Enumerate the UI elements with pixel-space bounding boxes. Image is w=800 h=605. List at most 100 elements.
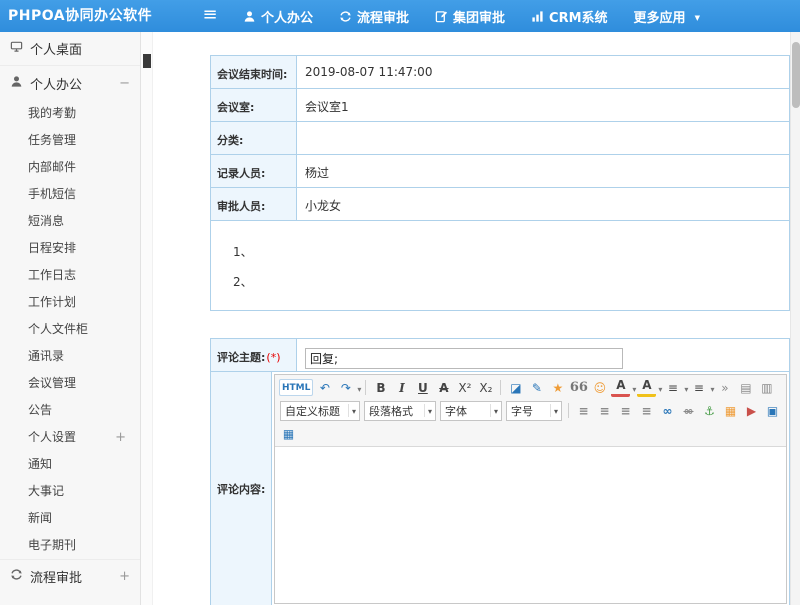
sidebar-item-work-log[interactable]: 工作日志 (0, 262, 140, 289)
sidebar-item-label: 公告 (28, 403, 52, 417)
sidebar-item-memorabilia[interactable]: 大事记 (0, 478, 140, 505)
sidebar-item-notification[interactable]: 通知 (0, 451, 140, 478)
select-value: 段落格式 (369, 403, 413, 419)
main-scrollbar-thumb[interactable] (792, 42, 800, 108)
eraser-icon[interactable]: ◪ (506, 378, 525, 397)
sidebar-item-label: 内部邮件 (28, 160, 76, 174)
align-center-button[interactable]: ≡ (595, 401, 614, 420)
sidebar-item-schedule[interactable]: 日程安排 (0, 235, 140, 262)
nav-more-apps[interactable]: 更多应用 (621, 0, 713, 32)
field-label: 分类: (211, 122, 297, 154)
form-row-category: 分类: (211, 122, 789, 155)
align-justify-button[interactable]: ≡ (637, 401, 656, 420)
italic-button[interactable]: I (392, 378, 411, 397)
sidebar-item-personal-office[interactable]: 个人办公 − (0, 66, 140, 100)
editor-toolbar-row-3: ▦ (278, 422, 783, 445)
nav-personal-office[interactable]: 个人办公 (230, 0, 326, 32)
sidebar-scrollbar-thumb[interactable] (143, 54, 151, 68)
field-value: 小龙女 (297, 188, 789, 220)
ordered-list-button[interactable]: ≡ (663, 378, 682, 397)
field-value (297, 339, 789, 371)
nav-crm-system[interactable]: CRM系统 (518, 0, 621, 32)
field-label: 记录人员: (211, 155, 297, 187)
editor-content-area[interactable] (275, 447, 786, 603)
comment-subject-input[interactable] (305, 348, 623, 369)
media-icon[interactable]: ▶ (742, 401, 761, 420)
insert-table-button[interactable]: ▦ (279, 424, 298, 443)
sidebar-scrollbar[interactable] (141, 32, 153, 605)
chevron-down-icon[interactable] (658, 381, 662, 395)
sidebar-item-personal-settings[interactable]: 个人设置 + (0, 424, 140, 451)
nav-label: 个人办公 (261, 7, 313, 26)
menu-toggle-icon[interactable] (196, 0, 224, 32)
background-color-button[interactable]: A (637, 378, 656, 397)
blockquote-button[interactable]: 66 (569, 378, 588, 397)
paste-plain-icon[interactable]: ▤ (736, 378, 755, 397)
collapse-icon[interactable]: − (119, 76, 130, 91)
indent-button[interactable]: » (715, 378, 734, 397)
emoticon-icon[interactable]: ☺ (590, 378, 609, 397)
cycle-arrows-icon (339, 10, 352, 23)
meeting-content: 1、 2、 (211, 221, 789, 310)
undo-icon[interactable]: ↶ (315, 378, 334, 397)
sidebar-item-news[interactable]: 新闻 (0, 505, 140, 532)
unordered-list-button[interactable]: ≡ (689, 378, 708, 397)
font-color-button[interactable]: A (611, 378, 630, 397)
align-left-button[interactable]: ≡ (574, 401, 593, 420)
custom-title-select[interactable]: 自定义标题 (280, 401, 360, 421)
print-icon[interactable]: ▥ (757, 378, 776, 397)
font-family-select[interactable]: 字体 (440, 401, 502, 421)
redo-icon[interactable]: ↷ (336, 378, 355, 397)
sidebar-item-workflow-approval[interactable]: 流程审批 + (0, 559, 140, 593)
chevron-down-icon[interactable] (710, 381, 714, 395)
unlink-icon[interactable]: ∞ (679, 401, 698, 420)
chevron-down-icon (424, 404, 435, 417)
sidebar-item-task-management[interactable]: 任务管理 (0, 127, 140, 154)
bold-button[interactable]: B (371, 378, 390, 397)
strikethrough-button[interactable]: A (434, 378, 453, 397)
subscript-button[interactable]: X₂ (476, 378, 495, 397)
sidebar-item-contacts[interactable]: 通讯录 (0, 343, 140, 370)
sidebar-item-my-attendance[interactable]: 我的考勤 (0, 100, 140, 127)
expand-icon[interactable]: + (119, 569, 130, 584)
anchor-icon[interactable]: ⚓ (700, 401, 719, 420)
sidebar-item-short-message[interactable]: 短消息 (0, 208, 140, 235)
nav-label: CRM系统 (549, 7, 608, 26)
meeting-detail-table: 会议结束时间: 2019-08-07 11:47:00 会议室: 会议室1 分类… (210, 55, 790, 311)
field-value: 2019-08-07 11:47:00 (297, 56, 789, 88)
sidebar-item-personal-desktop[interactable]: 个人桌面 (0, 32, 140, 66)
select-value: 字号 (511, 403, 533, 419)
sidebar-item-personal-file-cabinet[interactable]: 个人文件柜 (0, 316, 140, 343)
select-value: 字体 (445, 403, 467, 419)
format-brush-icon[interactable]: ✎ (527, 378, 546, 397)
align-right-button[interactable]: ≡ (616, 401, 635, 420)
font-size-select[interactable]: 字号 (506, 401, 562, 421)
underline-button[interactable]: U (413, 378, 432, 397)
sidebar-item-label: 个人桌面 (30, 39, 82, 58)
image-icon[interactable]: ▦ (721, 401, 740, 420)
nav-workflow-approval[interactable]: 流程审批 (326, 0, 422, 32)
sidebar-item-e-journal[interactable]: 电子期刊 (0, 532, 140, 559)
sidebar-item-meeting-management[interactable]: 会议管理 (0, 370, 140, 397)
expand-icon[interactable]: + (115, 424, 126, 451)
main-scrollbar[interactable] (790, 32, 800, 605)
autotypeset-icon[interactable]: ★ (548, 378, 567, 397)
chevron-down-icon[interactable] (357, 381, 361, 395)
superscript-button[interactable]: X² (455, 378, 474, 397)
sidebar-item-announcement[interactable]: 公告 (0, 397, 140, 424)
link-icon[interactable]: ∞ (658, 401, 677, 420)
sidebar-item-work-plan[interactable]: 工作计划 (0, 289, 140, 316)
sidebar-item-mobile-sms[interactable]: 手机短信 (0, 181, 140, 208)
chevron-down-icon[interactable] (632, 381, 636, 395)
sidebar-item-internal-mail[interactable]: 内部邮件 (0, 154, 140, 181)
person-icon (10, 75, 23, 92)
sidebar-item-label: 任务管理 (28, 133, 76, 147)
save-icon[interactable]: ▣ (763, 401, 782, 420)
chevron-down-icon[interactable] (684, 381, 688, 395)
sidebar-item-label: 电子期刊 (28, 538, 76, 552)
nav-group-approval[interactable]: 集团审批 (422, 0, 518, 32)
source-button[interactable]: HTML (279, 379, 313, 396)
paragraph-format-select[interactable]: 段落格式 (364, 401, 436, 421)
form-row-recorder: 记录人员: 杨过 (211, 155, 789, 188)
nav-label: 集团审批 (453, 7, 505, 26)
